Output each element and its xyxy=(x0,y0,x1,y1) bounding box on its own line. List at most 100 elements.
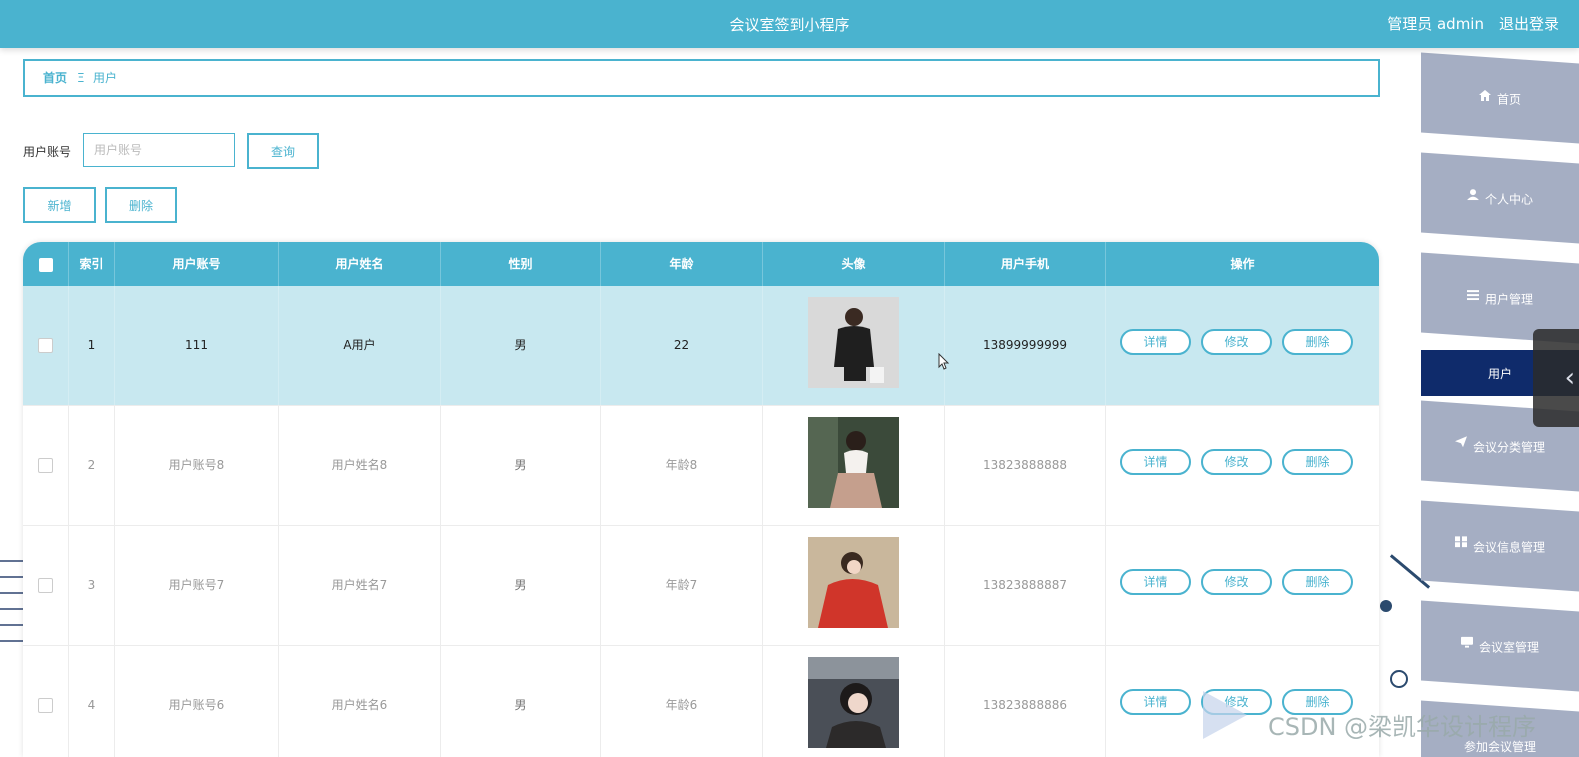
cell-gender: 男 xyxy=(441,646,601,757)
mouse-cursor-icon xyxy=(938,353,950,370)
cell-name: 用户姓名7 xyxy=(279,526,441,645)
cell-avatar xyxy=(763,286,945,405)
cell-name: A用户 xyxy=(279,286,441,405)
csdn-watermark: CSDN @梁凯华设计程序 xyxy=(1268,713,1537,741)
cell-account: 111 xyxy=(115,286,279,405)
avatar-photo-1 xyxy=(808,297,899,388)
cell-account: 用户账号6 xyxy=(115,646,279,757)
table-row[interactable]: 4 用户账号6 用户姓名6 男 年龄6 13823888886 详情 修改 删除 xyxy=(23,646,1379,757)
cell-gender: 男 xyxy=(441,286,601,405)
header-gender: 性别 xyxy=(441,242,601,286)
person-icon xyxy=(1466,189,1479,203)
sidebar-item-label: 个人中心 xyxy=(1484,192,1533,207)
cell-index: 3 xyxy=(69,526,115,645)
edit-button[interactable]: 修改 xyxy=(1201,449,1272,475)
detail-button[interactable]: 详情 xyxy=(1120,449,1191,475)
monitor-icon xyxy=(1460,636,1473,651)
table-header: 索引 用户账号 用户姓名 性别 年龄 头像 用户手机 操作 xyxy=(23,242,1379,286)
row-select-cell xyxy=(23,406,69,525)
row-select-cell xyxy=(23,646,69,757)
breadcrumb-separator: Ξ xyxy=(77,71,85,85)
cell-account: 用户账号7 xyxy=(115,526,279,645)
chevron-left-icon: ‹ xyxy=(1564,363,1575,393)
sidebar-item-label: 首页 xyxy=(1496,92,1521,107)
row-delete-button[interactable]: 删除 xyxy=(1282,569,1353,595)
row-checkbox[interactable] xyxy=(38,578,53,593)
home-icon xyxy=(1478,89,1491,104)
search-label: 用户账号 xyxy=(23,145,72,159)
select-all-checkbox[interactable] xyxy=(38,257,53,272)
header-avatar: 头像 xyxy=(763,242,945,286)
cell-avatar xyxy=(763,526,945,645)
row-delete-button[interactable]: 删除 xyxy=(1282,449,1353,475)
cell-avatar xyxy=(763,646,945,757)
detail-button[interactable]: 详情 xyxy=(1120,329,1191,355)
cell-age: 年龄8 xyxy=(601,406,763,525)
breadcrumb-home[interactable]: 首页 xyxy=(43,61,67,95)
cell-phone: 13899999999 xyxy=(945,286,1106,405)
cell-avatar xyxy=(763,406,945,525)
row-select-cell xyxy=(23,286,69,405)
detail-button[interactable]: 详情 xyxy=(1120,569,1191,595)
edit-button[interactable]: 修改 xyxy=(1201,329,1272,355)
user-table: 索引 用户账号 用户姓名 性别 年龄 头像 用户手机 操作 1 111 A用户 … xyxy=(23,242,1379,757)
breadcrumb: 首页 Ξ 用户 xyxy=(23,59,1380,97)
query-button[interactable]: 查询 xyxy=(247,133,319,169)
sidebar-item-home[interactable]: 首页 xyxy=(1421,52,1579,144)
cell-gender: 男 xyxy=(441,406,601,525)
cell-phone: 13823888886 xyxy=(945,646,1106,757)
select-all-cell xyxy=(23,242,69,286)
row-checkbox[interactable] xyxy=(38,338,53,353)
row-delete-button[interactable]: 删除 xyxy=(1282,329,1353,355)
sidebar-item-profile[interactable]: 个人中心 xyxy=(1421,152,1579,244)
avatar-photo-3 xyxy=(808,537,899,628)
cell-account: 用户账号8 xyxy=(115,406,279,525)
cell-age: 年龄6 xyxy=(601,646,763,757)
avatar-photo-4 xyxy=(808,657,899,748)
play-watermark-icon xyxy=(1203,691,1247,739)
breadcrumb-current: 用户 xyxy=(93,71,118,85)
app-title: 会议室签到小程序 xyxy=(729,16,850,34)
cell-actions: 详情 修改 删除 xyxy=(1106,526,1379,645)
sidebar-item-meeting-info[interactable]: 会议信息管理 xyxy=(1421,500,1579,592)
row-checkbox[interactable] xyxy=(38,698,53,713)
list-icon xyxy=(1466,289,1479,303)
cell-index: 1 xyxy=(69,286,115,405)
sidebar-item-label: 会议分类管理 xyxy=(1472,440,1545,455)
sidebar-item-label: 会议室管理 xyxy=(1478,640,1539,655)
cell-gender: 男 xyxy=(441,526,601,645)
search-input[interactable] xyxy=(83,133,235,167)
header-phone: 用户手机 xyxy=(945,242,1106,286)
cell-phone: 13823888887 xyxy=(945,526,1106,645)
table-row[interactable]: 2 用户账号8 用户姓名8 男 年龄8 13823888888 详情 修改 删除 xyxy=(23,406,1379,526)
header-name: 用户姓名 xyxy=(279,242,441,286)
top-bar: 会议室签到小程序 管理员 admin 退出登录 xyxy=(0,0,1579,48)
cell-age: 22 xyxy=(601,286,763,405)
cell-phone: 13823888888 xyxy=(945,406,1106,525)
cell-index: 2 xyxy=(69,406,115,525)
cell-age: 年龄7 xyxy=(601,526,763,645)
header-actions: 操作 xyxy=(1230,257,1255,271)
sidebar-item-meeting-room[interactable]: 会议室管理 xyxy=(1421,600,1579,692)
sidebar-item-label: 用户管理 xyxy=(1484,292,1533,307)
table-row[interactable]: 3 用户账号7 用户姓名7 男 年龄7 13823888887 详情 修改 删除 xyxy=(23,526,1379,646)
table-row[interactable]: 1 111 A用户 男 22 13899999999 详情 修改 删除 xyxy=(23,286,1379,406)
cell-name: 用户姓名6 xyxy=(279,646,441,757)
sidebar-item-label: 会议信息管理 xyxy=(1472,540,1545,555)
edit-button[interactable]: 修改 xyxy=(1201,569,1272,595)
row-checkbox[interactable] xyxy=(38,458,53,473)
sidebar-collapse-button[interactable]: ‹ xyxy=(1533,329,1579,427)
grid-icon xyxy=(1454,536,1467,550)
cell-actions: 详情 修改 删除 xyxy=(1106,286,1379,405)
detail-button[interactable]: 详情 xyxy=(1120,689,1191,715)
delete-button[interactable]: 删除 xyxy=(105,187,177,223)
sidebar-item-label: 用户 xyxy=(1487,366,1512,381)
logout-link[interactable]: 退出登录 xyxy=(1499,13,1559,34)
add-button[interactable]: 新增 xyxy=(23,187,96,223)
cell-actions: 详情 修改 删除 xyxy=(1106,406,1379,525)
cell-index: 4 xyxy=(69,646,115,757)
header-index: 索引 xyxy=(69,242,115,286)
avatar-photo-2 xyxy=(808,417,899,508)
row-select-cell xyxy=(23,526,69,645)
header-account: 用户账号 xyxy=(115,242,279,286)
